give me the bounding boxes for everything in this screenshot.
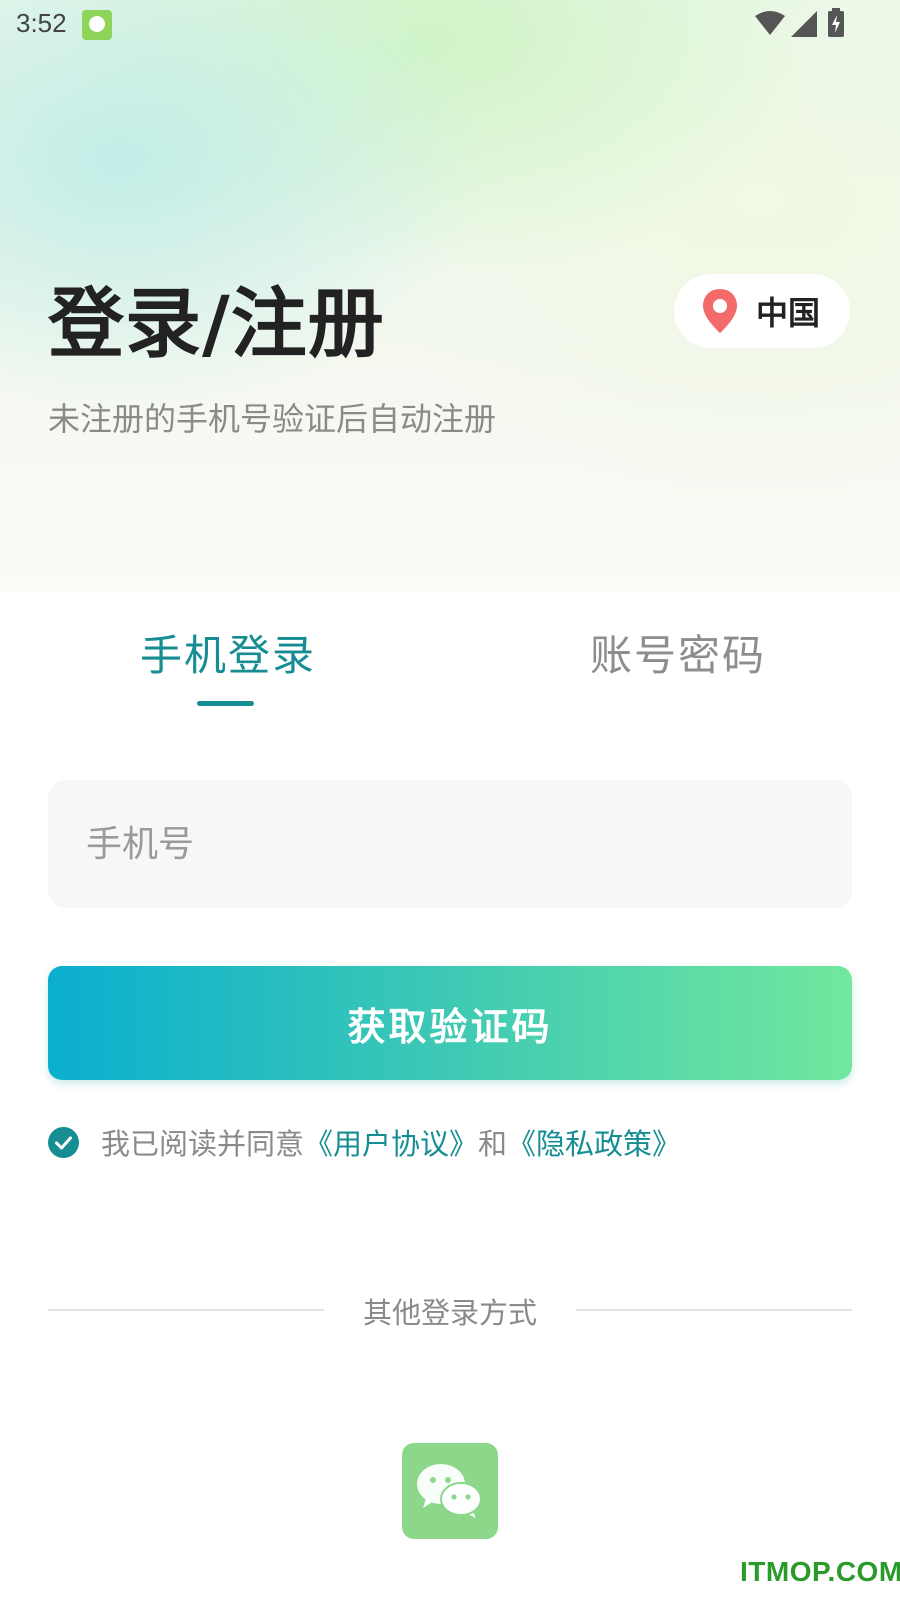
active-tab-indicator bbox=[197, 701, 254, 706]
page-subtitle: 未注册的手机号验证后自动注册 bbox=[48, 400, 497, 438]
phone-field[interactable] bbox=[48, 780, 852, 908]
region-selector[interactable]: 中国 bbox=[674, 274, 850, 348]
page-title: 登录/注册 bbox=[48, 279, 385, 368]
battery-icon bbox=[828, 8, 844, 37]
app-notification-icon bbox=[82, 10, 112, 40]
agreement-connector: 和 bbox=[478, 1127, 508, 1161]
status-bar: 3:52 bbox=[0, 0, 900, 50]
location-pin-icon bbox=[703, 289, 737, 333]
other-login-divider: 其他登录方式 bbox=[48, 1290, 852, 1330]
wechat-icon bbox=[417, 1464, 482, 1518]
get-code-button[interactable]: 获取验证码 bbox=[48, 966, 852, 1080]
other-login-label: 其他登录方式 bbox=[362, 1296, 537, 1330]
watermark: ITMOP.COM bbox=[740, 1556, 900, 1587]
status-time: 3:52 bbox=[16, 8, 67, 38]
agreement-row: 我已阅读并同意 《用户协议》 和 《隐私政策》 bbox=[48, 1122, 681, 1162]
user-agreement-link[interactable]: 《用户协议》 bbox=[304, 1121, 478, 1163]
agreement-prefix: 我已阅读并同意 bbox=[101, 1127, 305, 1161]
tab-phone-login[interactable]: 手机登录 bbox=[140, 622, 316, 683]
divider-line-right bbox=[576, 1309, 852, 1311]
checkbox-checked-icon[interactable] bbox=[48, 1126, 79, 1158]
signal-icon bbox=[791, 11, 817, 37]
privacy-policy-link[interactable]: 《隐私政策》 bbox=[507, 1121, 681, 1163]
tab-account-password[interactable]: 账号密码 bbox=[590, 622, 766, 683]
wifi-icon bbox=[755, 11, 785, 35]
wechat-login-button[interactable] bbox=[402, 1443, 498, 1539]
phone-input[interactable] bbox=[86, 823, 852, 865]
login-tabs: 手机登录 账号密码 bbox=[0, 592, 900, 712]
region-label: 中国 bbox=[756, 294, 821, 332]
